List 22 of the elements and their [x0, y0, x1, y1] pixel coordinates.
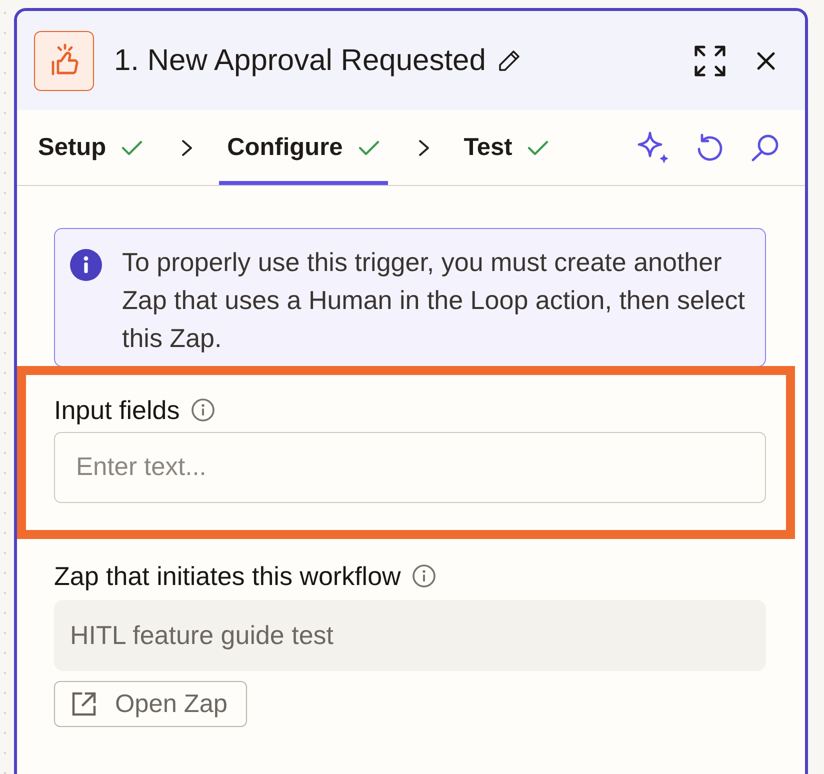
- step-tab[interactable]: Setup: [30, 110, 152, 185]
- field-label: Zap that initiates this workflow: [54, 560, 401, 592]
- chevron-right-icon: [181, 138, 194, 156]
- expand-icon[interactable]: [694, 44, 726, 76]
- info-icon: [70, 249, 102, 281]
- search-icon[interactable]: [750, 132, 780, 162]
- chevron-right-icon: [418, 138, 430, 156]
- step-title: 1. New Approval Requested: [114, 44, 486, 78]
- notice-text: To properly use this trigger, you must create another Zap that uses a Human in the Loop action, then select this Zap.: [122, 246, 746, 355]
- close-icon[interactable]: [757, 52, 775, 70]
- info-icon[interactable]: [190, 398, 215, 422]
- external-link-icon: [71, 691, 97, 717]
- pencil-icon[interactable]: [496, 48, 521, 72]
- step-tab[interactable]: Test: [456, 110, 558, 185]
- text-input-field[interactable]: Enter text...: [54, 432, 766, 503]
- field-label: Input fields: [54, 394, 180, 426]
- zap-field: HITL feature guide test: [54, 600, 766, 671]
- undo-icon[interactable]: [695, 132, 725, 162]
- thumbs-up-icon: [34, 30, 94, 90]
- info-icon[interactable]: [412, 564, 436, 588]
- step-tab[interactable]: Configure: [219, 110, 388, 185]
- sparkle-icon[interactable]: [636, 130, 670, 164]
